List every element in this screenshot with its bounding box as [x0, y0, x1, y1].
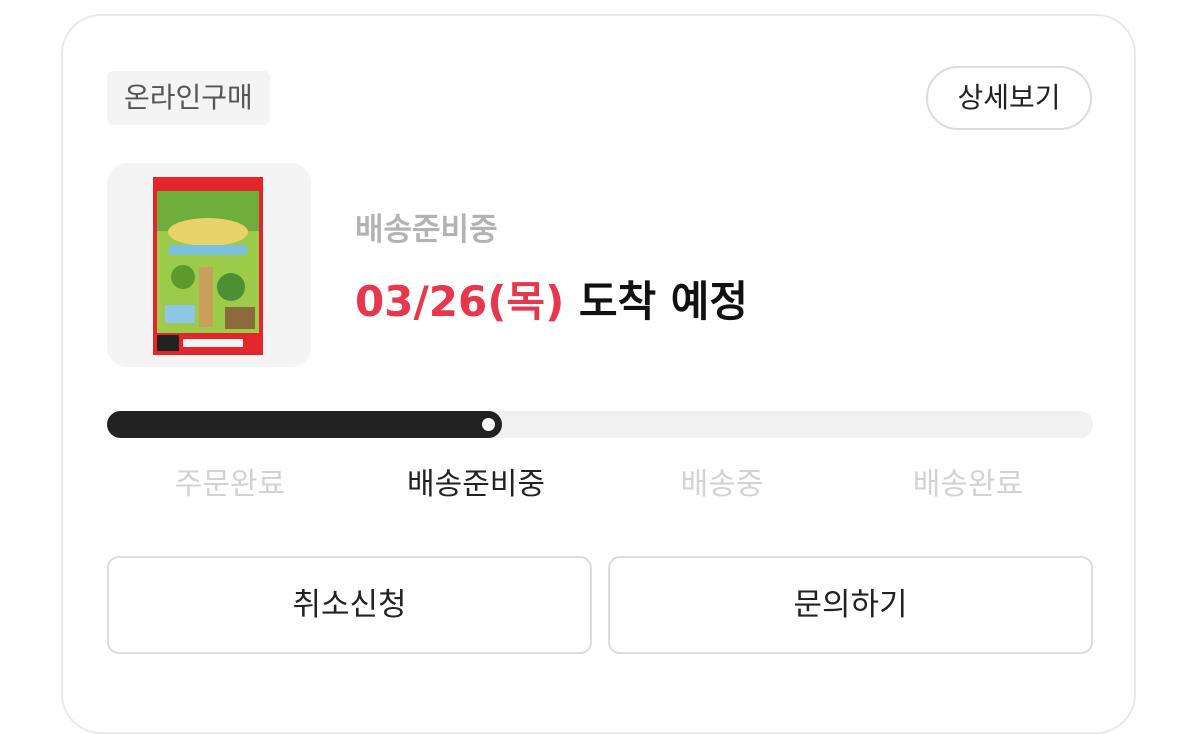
- step-preparing-shipment: 배송준비중: [407, 467, 545, 502]
- inquiry-button[interactable]: 문의하기: [608, 556, 1093, 654]
- cancel-request-button[interactable]: 취소신청: [107, 556, 592, 654]
- game-box-art-image: [153, 177, 263, 355]
- step-in-transit: 배송중: [680, 467, 764, 502]
- estimated-arrival: 03/26(목) 도착 예정: [355, 268, 748, 329]
- eta-suffix: 도착 예정: [564, 277, 749, 326]
- view-details-button[interactable]: 상세보기: [926, 66, 1092, 130]
- delivery-progress-bar: [107, 411, 1093, 438]
- step-delivered: 배송완료: [912, 467, 1024, 502]
- shipping-status-label: 배송준비중: [355, 212, 498, 248]
- eta-date: 03/26(목): [355, 277, 565, 326]
- progress-fill: [107, 411, 502, 438]
- product-thumbnail[interactable]: [107, 163, 311, 367]
- progress-steps: 주문완료 배송준비중 배송중 배송완료: [107, 462, 1093, 508]
- step-order-complete: 주문완료: [174, 467, 286, 502]
- purchase-channel-badge: 온라인구매: [107, 71, 270, 125]
- progress-indicator-dot: [482, 418, 495, 431]
